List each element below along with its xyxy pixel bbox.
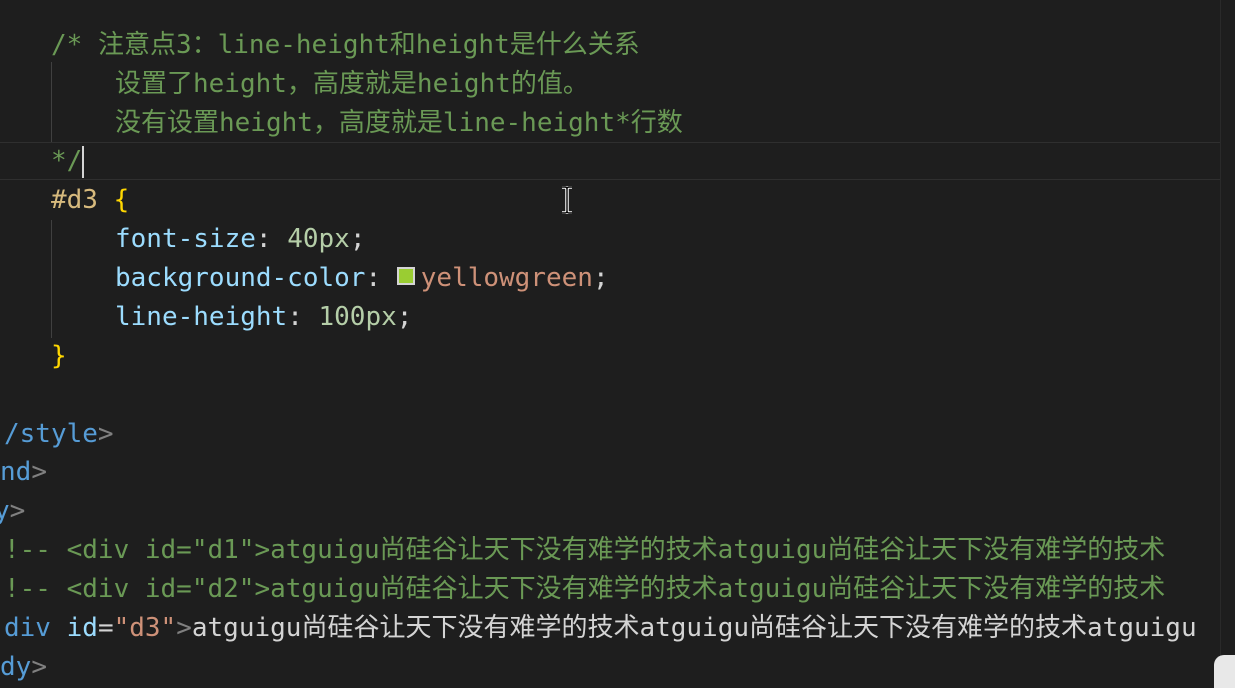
- code-editor[interactable]: /* 注意点3：line-height和height是什么关系 设置了heigh…: [0, 0, 1235, 688]
- div-content: atguigu尚硅谷让天下没有难学的技术atguigu尚硅谷让天下没有难学的技术…: [191, 613, 1197, 643]
- comment-content: atguigu尚硅谷让天下没有难学的技术atguigu尚硅谷让天下没有难学的技术: [270, 535, 1166, 565]
- css-declaration[interactable]: background-color: yellowgreen;: [115, 259, 609, 298]
- css-declaration[interactable]: font-size: 40px;: [115, 220, 365, 259]
- text-cursor: [82, 146, 84, 178]
- indent-guide: [51, 220, 52, 338]
- comment-line[interactable]: 设置了height，高度就是height的值。: [115, 65, 589, 104]
- tag-name: y: [0, 496, 10, 526]
- comment-line[interactable]: /* 注意点3：line-height和height是什么关系: [51, 26, 640, 65]
- comment-content: atguigu尚硅谷让天下没有难学的技术atguigu尚硅谷让天下没有难学的技术: [270, 574, 1166, 604]
- tag-name: dy: [0, 652, 32, 682]
- comment-text: 没有设置height，高度就是line-height*行数: [115, 108, 683, 138]
- vertical-scrollbar[interactable]: [1220, 0, 1235, 688]
- css-value: 40px: [287, 224, 350, 254]
- css-rule-close[interactable]: }: [51, 337, 67, 376]
- css-declaration[interactable]: line-height: 100px;: [115, 298, 412, 337]
- comment-prefix: !-- <div id="d2">: [4, 574, 271, 604]
- body-open-tag[interactable]: y>: [0, 492, 25, 531]
- comment-text: 设置了height，高度就是height的值。: [115, 69, 589, 99]
- close-brace: }: [51, 341, 67, 371]
- open-brace: {: [113, 185, 130, 215]
- css-value: yellowgreen: [420, 263, 593, 293]
- css-value: 100px: [318, 302, 397, 332]
- indent-guide: [51, 62, 52, 142]
- html-comment-line[interactable]: !-- <div id="d2">atguigu尚硅谷让天下没有难学的技术atg…: [4, 570, 1165, 609]
- css-property: font-size: [115, 224, 256, 254]
- head-close-tag[interactable]: nd>: [0, 453, 47, 492]
- comment-close: */: [51, 146, 83, 176]
- current-line-highlight: [0, 142, 1220, 180]
- comment-prefix: !-- <div id="d1">: [4, 535, 271, 565]
- comment-line[interactable]: 没有设置height，高度就是line-height*行数: [115, 104, 683, 143]
- comment-text: 注意点3：line-height和height是什么关系: [97, 30, 640, 60]
- css-rule-line[interactable]: #d3 {: [51, 181, 129, 220]
- attr-name: id: [66, 613, 98, 643]
- body-close-tag[interactable]: dy>: [0, 648, 47, 687]
- html-comment-line[interactable]: !-- <div id="d1">atguigu尚硅谷让天下没有难学的技术atg…: [4, 531, 1165, 570]
- corner-overlay: [1214, 655, 1235, 688]
- comment-open: /*: [51, 30, 98, 60]
- css-selector: #d3: [51, 185, 98, 215]
- tag-name: /style: [4, 419, 98, 449]
- attr-value: "d3": [113, 613, 177, 643]
- color-swatch[interactable]: [396, 266, 415, 285]
- tag-name: nd: [0, 457, 32, 487]
- div-line[interactable]: div id="d3">atguigu尚硅谷让天下没有难学的技术atguigu尚…: [4, 609, 1197, 648]
- css-property: line-height: [115, 302, 288, 332]
- css-property: background-color: [115, 263, 366, 293]
- comment-line[interactable]: */: [51, 142, 82, 181]
- tag-name: div: [4, 613, 51, 643]
- style-close-tag[interactable]: /style>: [4, 415, 114, 454]
- ibeam-cursor-icon: [562, 186, 572, 214]
